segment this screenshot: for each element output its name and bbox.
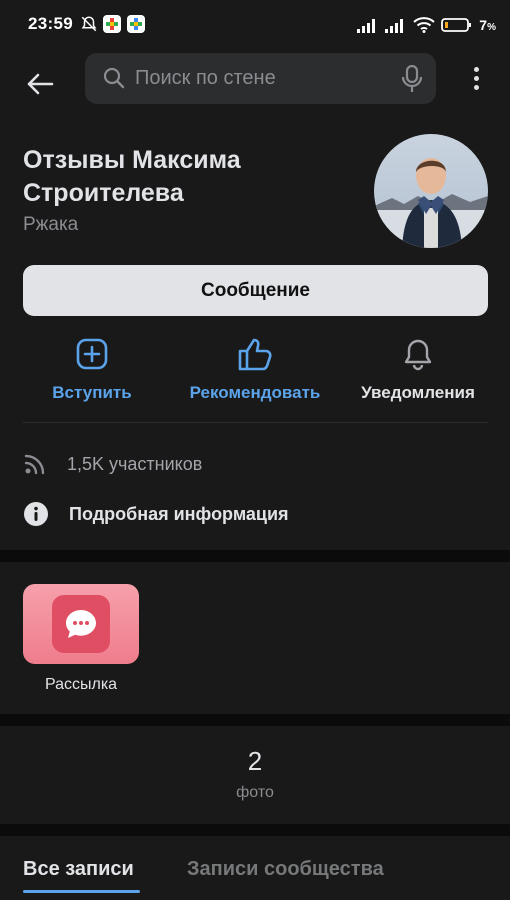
status-time: 23:59 [28,14,73,33]
photo-label: фото [236,784,274,801]
bell-icon [404,339,432,371]
tab-community-posts[interactable]: Записи сообщества [187,858,384,881]
photos-section[interactable]: 2 фото [0,726,510,824]
photo-count: 2 [247,746,263,776]
status-bar: 23:59 7% [0,0,510,50]
more-options-button[interactable] [462,64,490,92]
recommend-label: Рекомендовать [189,383,321,402]
rss-icon [24,454,45,475]
tab-all-posts[interactable]: Все записи [23,858,134,881]
mic-icon[interactable] [402,65,422,93]
recommend-button[interactable]: Рекомендовать [185,337,325,417]
members-count: 1,5K участников [67,453,203,474]
thumbs-up-icon [238,338,272,371]
top-bar [0,50,510,122]
join-label: Вступить [52,383,132,402]
page-title: Отзывы Максима Строителева [23,146,241,207]
search-box[interactable] [85,53,436,104]
community-category: Ржака [23,214,79,235]
info-icon [24,502,48,526]
action-bar: Вступить Рекомендовать Уведомления [0,337,510,417]
mailing-tile[interactable] [23,584,139,664]
search-icon [103,67,125,89]
signal-icon [385,19,404,33]
message-button[interactable]: Сообщение [23,265,488,316]
avatar[interactable] [374,134,488,248]
details-label: Подробная информация [69,503,289,524]
app-icon [103,15,121,33]
battery-percent: 7% [479,17,496,33]
notifications-label: Уведомления [361,383,475,402]
back-arrow-icon [27,73,54,95]
mailing-label: Рассылка [44,676,118,693]
apps-section: Рассылка [0,562,510,714]
battery-icon [441,18,472,32]
chat-bubble-icon [66,610,96,638]
more-vertical-icon [473,66,479,72]
details-row[interactable]: Подробная информация [23,499,289,529]
divider [23,422,488,423]
app-icon [127,15,145,33]
bell-off-icon [81,16,97,32]
join-button[interactable]: Вступить [52,337,132,417]
active-tab-indicator [23,890,140,893]
search-input[interactable] [135,53,385,104]
signal-icon [357,19,376,33]
wall-tabs: Все записи Записи сообщества [0,836,510,900]
status-right: 7% [357,14,496,36]
notifications-button[interactable]: Уведомления [358,337,478,417]
community-header: Отзывы Максима Строителева Ржака Сообщен… [0,122,510,550]
wifi-icon [413,17,435,33]
plus-square-icon [76,338,108,370]
back-button[interactable] [18,62,62,106]
members-row[interactable]: 1,5K участников [23,449,202,479]
